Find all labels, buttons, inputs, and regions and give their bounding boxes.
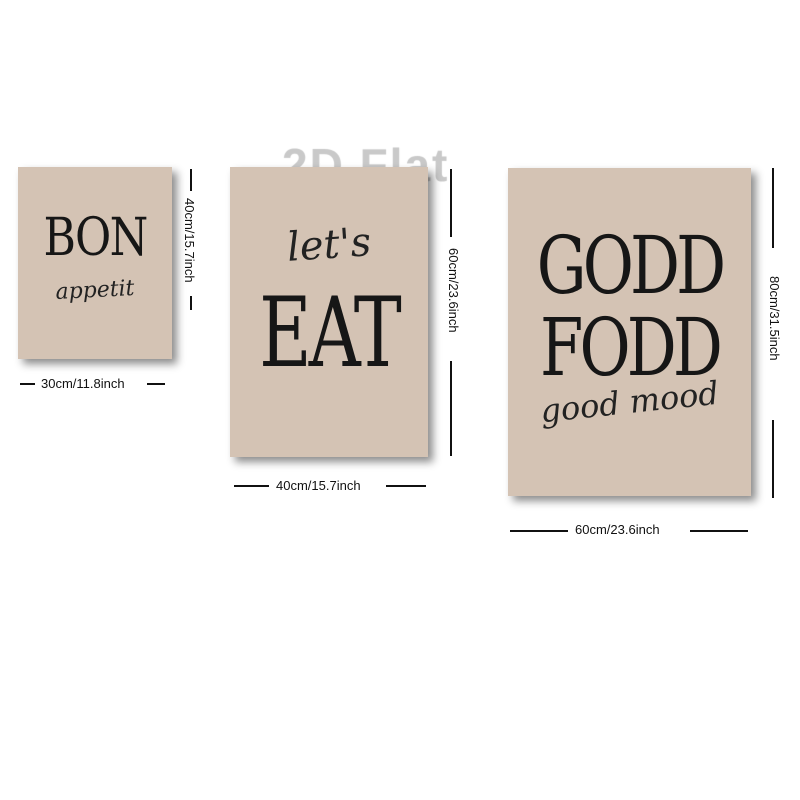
width-line-left (20, 383, 35, 385)
poster-bon-appetit: BON appetit (18, 167, 172, 359)
width-label: 40cm/15.7inch (276, 478, 361, 493)
height-line-top (190, 169, 192, 191)
width-line-right (386, 485, 426, 487)
poster-script: let's (285, 219, 373, 271)
poster-good-food: GODD FODD good mood (508, 168, 751, 496)
poster-title: EAT (259, 277, 402, 389)
width-line-right (147, 383, 165, 385)
height-label: 80cm/31.5inch (767, 276, 782, 361)
height-label: 60cm/23.6inch (446, 248, 461, 333)
height-line-bottom (190, 296, 192, 310)
poster-title: BON (43, 208, 148, 268)
poster-script: appetit (54, 275, 136, 306)
width-line-left (234, 485, 269, 487)
height-line-top (772, 168, 774, 248)
poster-title-line1: GODD (536, 219, 726, 312)
height-line-bottom (772, 420, 774, 498)
width-line-left (510, 530, 568, 532)
height-line-top (450, 169, 452, 237)
height-label: 40cm/15.7inch (182, 198, 197, 283)
width-label: 30cm/11.8inch (41, 376, 125, 391)
height-line-bottom (450, 361, 452, 456)
poster-lets-eat: let's EAT (230, 167, 428, 457)
width-line-right (690, 530, 748, 532)
width-label: 60cm/23.6inch (575, 522, 660, 537)
